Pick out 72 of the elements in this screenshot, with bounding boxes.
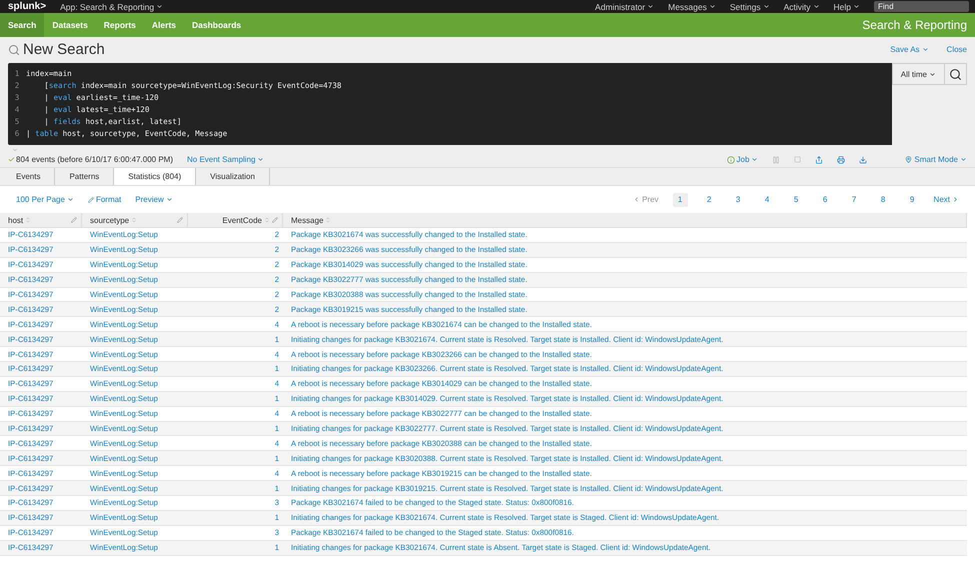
events-summary: 804 events (before 6/10/17 6:00:47.000 PM) bbox=[8, 155, 173, 164]
column-header[interactable]: Message bbox=[283, 213, 967, 228]
edit-icon[interactable] bbox=[177, 217, 183, 223]
page-button[interactable]: 7 bbox=[846, 192, 862, 206]
chevron-down-icon bbox=[762, 3, 770, 10]
page-button[interactable]: 1 bbox=[672, 192, 688, 206]
chevron-down-icon bbox=[166, 196, 173, 203]
tab[interactable]: Events bbox=[2, 168, 56, 185]
next-page-button[interactable]: Next bbox=[934, 195, 959, 204]
tab[interactable]: Statistics (804) bbox=[114, 168, 196, 185]
column-header[interactable]: host bbox=[0, 213, 82, 228]
page-button[interactable]: 6 bbox=[818, 192, 833, 206]
per-page-dropdown[interactable]: 100 Per Page bbox=[16, 195, 74, 204]
chevron-down-icon bbox=[257, 156, 264, 163]
page-button[interactable]: 9 bbox=[904, 192, 920, 206]
close-link[interactable]: Close bbox=[946, 45, 967, 54]
app-menu[interactable]: App: Search & Reporting bbox=[60, 2, 164, 12]
page-button[interactable]: 3 bbox=[730, 192, 746, 206]
chevron-down-icon bbox=[960, 156, 967, 163]
find-field[interactable]: Find bbox=[874, 1, 969, 12]
menu-item[interactable]: Activity bbox=[784, 2, 820, 12]
column-header[interactable]: sourcetype bbox=[82, 213, 188, 228]
share-icon[interactable] bbox=[815, 156, 824, 164]
chevron-down-icon bbox=[929, 70, 936, 78]
page-button[interactable]: 8 bbox=[876, 192, 891, 206]
chevron-down-icon bbox=[812, 3, 820, 10]
event-sampling-dropdown[interactable]: No Event Sampling bbox=[187, 155, 264, 164]
print-icon[interactable] bbox=[837, 156, 846, 164]
page-button[interactable]: 2 bbox=[702, 192, 717, 206]
chevron-down-icon bbox=[751, 156, 758, 163]
chevron-down-icon bbox=[66, 196, 74, 203]
page-button[interactable]: 5 bbox=[788, 192, 804, 206]
nav-item[interactable]: Reports bbox=[96, 13, 144, 37]
format-button[interactable]: Format bbox=[88, 195, 122, 204]
save-as-link[interactable]: Save As bbox=[890, 45, 929, 54]
pin-icon bbox=[905, 156, 912, 163]
nav-item[interactable]: Datasets bbox=[44, 13, 96, 37]
pencil-icon bbox=[88, 196, 94, 202]
chevron-down-icon bbox=[922, 46, 929, 53]
menu-item[interactable]: Settings bbox=[730, 2, 770, 12]
chevron-down-icon bbox=[647, 3, 654, 10]
column-header[interactable]: EventCode bbox=[188, 213, 283, 228]
menu-item[interactable]: Administrator bbox=[595, 2, 654, 12]
search-editor[interactable] bbox=[8, 63, 892, 145]
info-icon bbox=[726, 156, 735, 164]
chevron-down-icon bbox=[853, 3, 860, 10]
search-icon bbox=[949, 68, 962, 80]
menu-item[interactable]: Messages bbox=[668, 2, 716, 12]
download-icon[interactable] bbox=[859, 156, 868, 164]
page-title: New Search bbox=[23, 41, 105, 58]
chevron-left-icon bbox=[633, 196, 640, 203]
chevron-down-icon bbox=[708, 3, 716, 10]
page-button[interactable]: 4 bbox=[760, 192, 775, 206]
edit-icon[interactable] bbox=[272, 217, 278, 223]
logo: splunk> bbox=[8, 1, 46, 12]
pause-icon[interactable] bbox=[772, 156, 780, 164]
menu-item[interactable]: Help bbox=[834, 2, 860, 12]
check-icon bbox=[8, 156, 15, 163]
app-title: Search & Reporting bbox=[862, 17, 967, 34]
nav-item[interactable]: Search bbox=[0, 13, 44, 37]
edit-icon[interactable] bbox=[71, 217, 77, 223]
search-button[interactable] bbox=[945, 63, 967, 85]
search-mode-dropdown[interactable]: Smart Mode bbox=[905, 155, 967, 164]
job-menu[interactable]: Job bbox=[726, 155, 758, 164]
chevron-right-icon bbox=[952, 196, 959, 203]
time-range-picker[interactable]: All time bbox=[892, 63, 945, 85]
nav-item[interactable]: Dashboards bbox=[184, 13, 250, 37]
search-icon bbox=[8, 44, 20, 56]
preview-dropdown[interactable]: Preview bbox=[135, 195, 173, 204]
tab[interactable]: Visualization bbox=[196, 168, 270, 185]
nav-item[interactable]: Alerts bbox=[144, 13, 184, 37]
chevron-down-icon bbox=[156, 3, 164, 10]
